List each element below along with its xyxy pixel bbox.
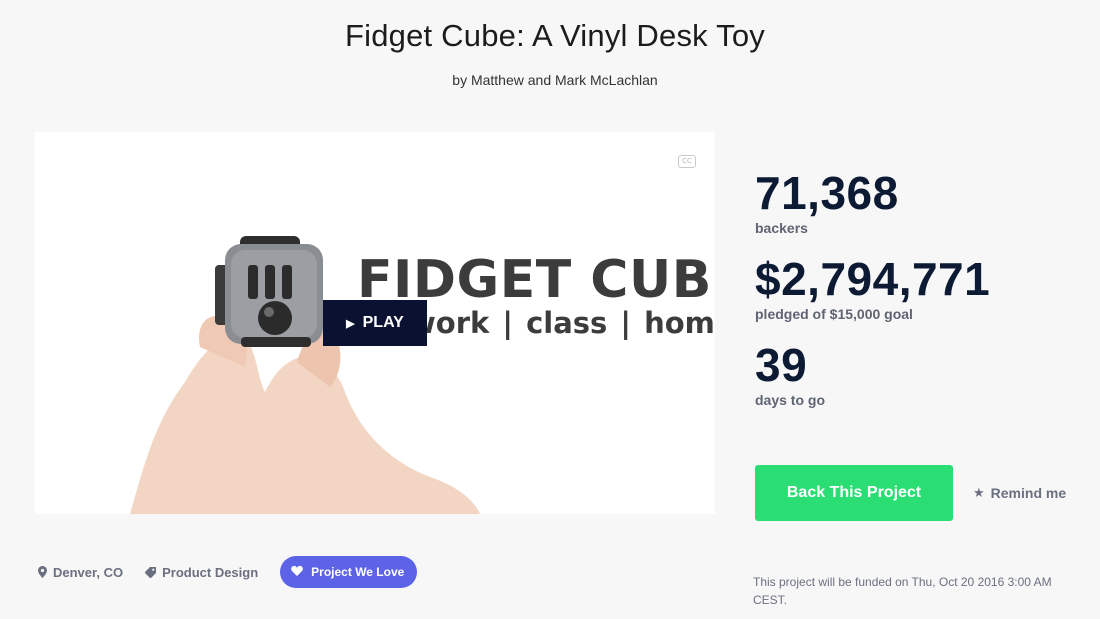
category-label: Product Design (162, 564, 259, 580)
backers-label: backers (755, 220, 808, 236)
days-label: days to go (755, 392, 826, 408)
cube-joystick (258, 301, 292, 335)
cube-bottom (241, 337, 311, 347)
tag-icon (145, 566, 157, 578)
project-meta: Denver, CO Product Design Project We Lov… (38, 556, 418, 588)
badge-label: Project We Love (311, 565, 405, 579)
days-stat: 39 days to go (755, 342, 825, 408)
remind-me-label: Remind me (990, 485, 1067, 501)
pledged-stat: $2,794,771 pledged of $15,000 goal (755, 256, 990, 322)
backers-count: 71,368 (755, 167, 899, 219)
remind-me-link[interactable]: ★ Remind me (973, 485, 1066, 501)
video-tagline: work | class | home (409, 306, 715, 340)
location-link[interactable]: Denver, CO (38, 565, 123, 580)
map-pin-icon (38, 566, 47, 578)
project-we-love-badge[interactable]: Project We Love (280, 556, 418, 588)
back-project-button[interactable]: Back This Project (755, 465, 953, 521)
star-icon: ★ (973, 485, 985, 500)
funding-date-note: This project will be funded on Thu, Oct … (753, 575, 1052, 607)
pledged-amount: $2,794,771 (755, 253, 991, 305)
project-title: Fidget Cube: A Vinyl Desk Toy (345, 18, 765, 53)
closed-captions-icon[interactable]: CC (678, 155, 696, 168)
project-byline[interactable]: by Matthew and Mark McLachlan (0, 72, 1100, 88)
days-count: 39 (755, 339, 808, 391)
play-button[interactable]: ▶ PLAY (323, 300, 427, 346)
pledged-goal-label: pledged of $15,000 goal (755, 306, 913, 322)
heart-icon (291, 565, 304, 579)
play-triangle-icon: ▶ (346, 317, 355, 330)
location-label: Denver, CO (53, 564, 124, 580)
category-link[interactable]: Product Design (145, 565, 258, 580)
video-player[interactable]: CC FIDGET CUBE work | class | home ▶ PLA… (35, 132, 715, 514)
backers-stat: 71,368 backers (755, 170, 899, 236)
play-label: PLAY (362, 314, 404, 331)
